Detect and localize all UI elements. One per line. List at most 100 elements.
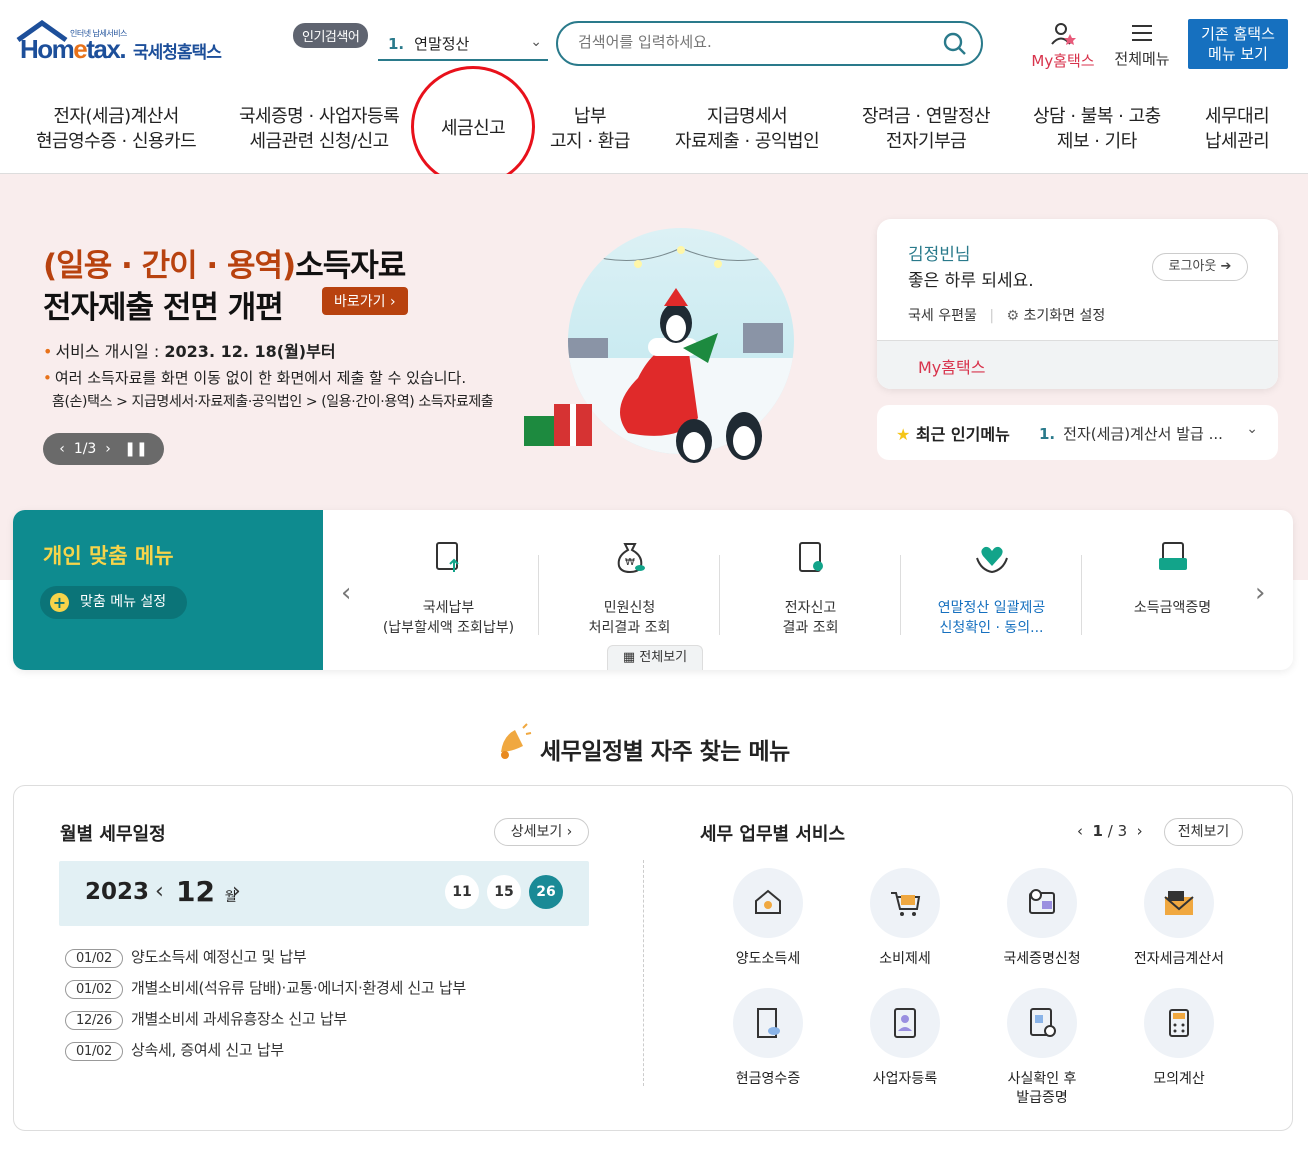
recent-value: 1. 전자(세금)계산서 발급 ... xyxy=(1039,425,1223,443)
personal-menu: 개인 맞춤 메뉴 + 맞춤 메뉴 설정 ‹ › 국세납부 (납부할세액 조회납부) … xyxy=(13,510,1293,670)
star-icon: ★ xyxy=(896,425,911,444)
calendar-day-selected[interactable]: 26 xyxy=(529,875,563,909)
logout-icon: ➔ xyxy=(1220,259,1232,274)
search-input[interactable] xyxy=(578,33,938,51)
personal-view-all-button[interactable]: ▦ 전체보기 xyxy=(607,645,703,670)
calendar-day[interactable]: 11 xyxy=(445,875,479,909)
nav-item-incentive[interactable]: 장려금 · 연말정산 전자기부금 xyxy=(862,104,991,154)
folder-document-icon xyxy=(1158,542,1187,570)
calculator-icon xyxy=(1169,1009,1189,1037)
logo-korean[interactable]: 국세청홈택스 xyxy=(133,38,222,63)
banner-title-2: 전자제출 전면 개편 xyxy=(43,290,284,326)
banner-line-3: 홈(손)택스 > 지급명세서·자료제출·공익법인 > (일용·간이·용역) 소득… xyxy=(52,394,494,410)
calendar-bar: 2023 ‹ 12 월 › 11 15 26 xyxy=(59,861,589,926)
nav-item-e-invoice[interactable]: 전자(세금)계산서 현금영수증 · 신용카드 xyxy=(36,104,197,154)
my-hometax-button[interactable]: My홈택스 xyxy=(1028,22,1098,71)
svg-text:₩: ₩ xyxy=(625,557,635,568)
recent-popular-menu[interactable]: ★ 최근 인기메뉴 1. 전자(세금)계산서 발급 ... ⌄ xyxy=(877,405,1278,460)
verified-document-icon xyxy=(1030,1008,1056,1037)
personal-item-e-filing-result[interactable]: 전자신고 결과 조회 xyxy=(720,540,901,638)
prev-icon: ‹ xyxy=(1077,822,1083,840)
money-bag-icon: ₩ xyxy=(617,543,645,574)
monthly-schedule-title: 월별 세무일정 xyxy=(60,824,166,845)
service-fact-confirmation[interactable]: 사실확인 후 발급증명 xyxy=(982,988,1102,1108)
search-icon[interactable] xyxy=(943,32,967,56)
service-cash-receipt[interactable]: 현금영수증 xyxy=(708,988,828,1089)
recent-label: ★ 최근 인기메뉴 xyxy=(896,425,1010,444)
personal-menu-header: 개인 맞춤 메뉴 + 맞춤 메뉴 설정 xyxy=(13,510,323,670)
chevron-down-icon[interactable]: ⌄ xyxy=(1246,421,1258,437)
service-capital-gains[interactable]: 양도소득세 xyxy=(708,868,828,969)
detail-button[interactable]: 상세보기 › xyxy=(494,818,589,846)
next-month-icon[interactable]: › xyxy=(232,879,241,904)
popular-search-select[interactable]: 1. 연말정산 ⌄ xyxy=(378,28,548,61)
service-tax-certificate[interactable]: 국세증명신청 xyxy=(982,868,1102,969)
personal-item-tax-payment[interactable]: 국세납부 (납부할세액 조회납부) xyxy=(358,540,539,638)
personal-item-income-cert[interactable]: 소득금액증명 xyxy=(1082,540,1263,618)
calendar-year: 2023 xyxy=(85,879,150,905)
house-hand-icon xyxy=(755,889,781,914)
all-menu-button[interactable]: 전체메뉴 xyxy=(1112,22,1172,69)
user-icon xyxy=(1051,23,1076,45)
chevron-down-icon: ⌄ xyxy=(530,34,542,50)
prev-month-icon[interactable]: ‹ xyxy=(155,879,164,904)
hamburger-icon xyxy=(1132,25,1152,41)
service-pager[interactable]: ‹ 1 / 3 › xyxy=(1077,822,1143,840)
prev-icon: ‹ xyxy=(59,441,65,457)
banner-pager[interactable]: ‹ 1/3 › ❚❚ xyxy=(43,433,164,465)
schedule-item[interactable]: 01/02 개별소비세(석유류 담배)·교통·에너지·환경세 신고 납부 xyxy=(65,977,466,999)
nav-item-agent[interactable]: 세무대리 납세관리 xyxy=(1205,104,1270,154)
old-menu-button[interactable]: 기존 홈택스 메뉴 보기 xyxy=(1188,19,1288,69)
receipt-icon xyxy=(757,1008,780,1038)
certificate-icon xyxy=(1029,889,1055,914)
service-business-registration[interactable]: 사업자등록 xyxy=(845,988,965,1089)
personal-menu-title: 개인 맞춤 메뉴 xyxy=(43,544,174,568)
main-nav: 전자(세금)계산서 현금영수증 · 신용카드 국세증명 · 사업자등록 세금관련 신… xyxy=(0,100,1308,174)
pause-icon: ❚❚ xyxy=(124,441,148,457)
popular-search-badge: 인기검색어 xyxy=(293,23,369,48)
cart-icon xyxy=(891,892,921,916)
nav-item-payment-statement[interactable]: 지급명세서 자료제출 · 공익법인 xyxy=(675,104,820,154)
schedule-item[interactable]: 01/02 상속세, 증여세 신고 납부 xyxy=(65,1039,284,1061)
banner-title: (일용 · 간이 · 용역)소득자료 xyxy=(43,248,406,284)
banner-go-button[interactable]: 바로가기 › xyxy=(322,287,408,315)
settings-link[interactable]: 초기화면 설정 xyxy=(1024,308,1106,324)
logout-button[interactable]: 로그아웃 ➔ xyxy=(1152,253,1248,281)
nav-item-payment[interactable]: 납부 고지 · 환급 xyxy=(550,104,630,154)
banner-line-2: • 여러 소득자료를 화면 이동 없이 한 화면에서 제출 할 수 있습니다. xyxy=(43,369,467,387)
service-e-tax-invoice[interactable]: 전자세금계산서 xyxy=(1119,868,1239,969)
gear-icon: ⚙ xyxy=(1006,308,1020,324)
service-consumption-tax[interactable]: 소비제세 xyxy=(845,868,965,969)
plus-icon: + xyxy=(50,593,69,612)
tax-envelope-icon xyxy=(1164,891,1194,915)
next-icon: › xyxy=(1136,822,1143,840)
heart-hands-icon xyxy=(975,546,1008,574)
next-icon: › xyxy=(105,441,111,457)
person-document-icon xyxy=(894,1008,916,1038)
nav-item-tax-filing[interactable]: 세금신고 xyxy=(441,116,506,141)
schedule-item[interactable]: 12/26 개별소비세 과세유흥장소 신고 납부 xyxy=(65,1008,347,1030)
prev-arrow-icon[interactable]: ‹ xyxy=(341,578,351,608)
personal-item-year-end[interactable]: 연말정산 일괄제공 신청확인 · 동의... xyxy=(901,540,1082,638)
banner-gifts xyxy=(524,404,762,463)
logo[interactable]: Hometax. xyxy=(20,34,127,65)
service-view-all-button[interactable]: 전체보기 xyxy=(1164,818,1243,846)
nav-item-certificate[interactable]: 국세증명 · 사업자등록 세금관련 신청/신고 xyxy=(239,104,400,154)
nav-item-consult[interactable]: 상담 · 불복 · 고충 제보 · 기타 xyxy=(1033,104,1161,154)
banner-line-1: • 서비스 개시일 : 2023. 12. 18(월)부터 xyxy=(43,342,336,361)
search-box xyxy=(556,21,983,66)
service-title: 세무 업무별 서비스 xyxy=(700,824,846,845)
calendar-month: 12 월 xyxy=(176,875,237,908)
schedule-item[interactable]: 01/02 양도소득세 예정신고 및 납부 xyxy=(65,946,307,968)
personal-menu-setting-button[interactable]: + 맞춤 메뉴 설정 xyxy=(40,586,187,619)
personal-item-civil-result[interactable]: ₩ 민원신청 처리결과 조회 xyxy=(539,540,720,638)
my-hometax-link[interactable]: My홈택스 xyxy=(877,340,1278,389)
grid-icon: ▦ xyxy=(622,650,636,665)
calendar-day[interactable]: 15 xyxy=(487,875,521,909)
login-card: 김정빈님 좋은 하루 되세요. 로그아웃 ➔ 국세 우편물 | ⚙ 초기화면 설… xyxy=(877,219,1278,389)
schedule-section-title: 세무일정별 자주 찾는 메뉴 xyxy=(540,739,790,765)
mail-link[interactable]: 국세 우편물 xyxy=(908,308,977,324)
document-check-icon xyxy=(798,542,823,572)
user-name: 김정빈님 xyxy=(908,245,971,265)
service-mock-calculation[interactable]: 모의계산 xyxy=(1119,988,1239,1089)
